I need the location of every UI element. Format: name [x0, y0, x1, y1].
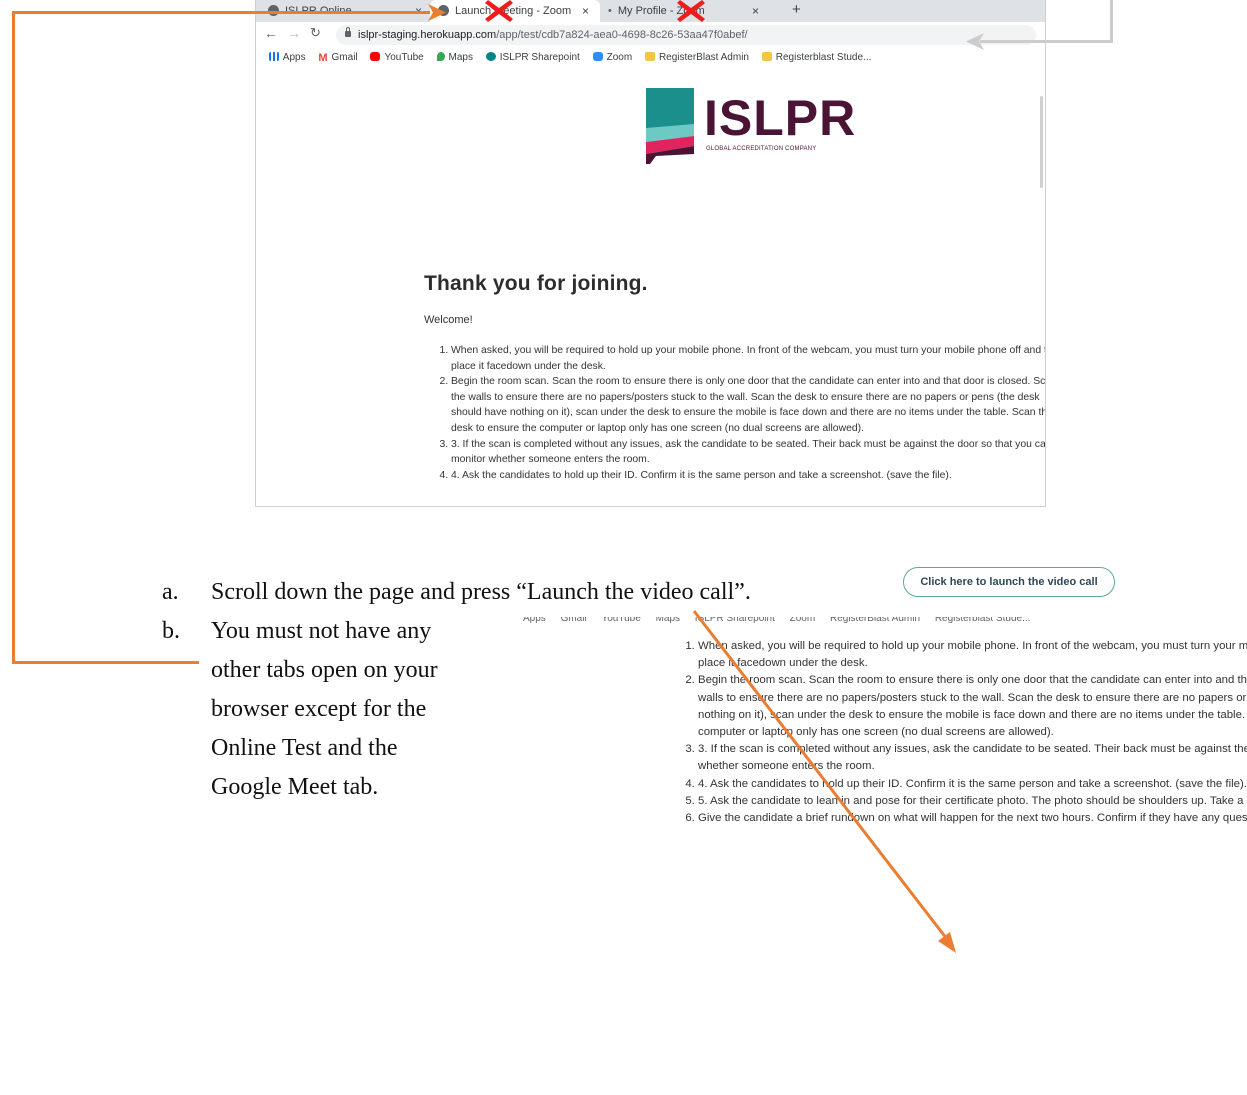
gmail-icon: M [318, 52, 328, 64]
orange-connector-bottom [12, 661, 199, 664]
browser-screenshot-top: ISLPR Online × Launch Meeting - Zoom × •… [255, 0, 1046, 507]
close-icon[interactable]: × [582, 0, 589, 22]
step-b-line: browser except for the [211, 696, 427, 722]
close-icon[interactable]: × [752, 0, 759, 22]
back-arrow-icon[interactable]: ← [264, 25, 278, 41]
url-path: /app/test/cdb7a824-aea0-4698-8c26-53aa47… [496, 29, 748, 41]
grey-connector-horizontal [980, 40, 1113, 43]
bookmarks-bar: Apps M Gmail YouTube Maps ISLPR Sharepoin… [256, 48, 1045, 69]
browser-toolbar: ← → ↻ islpr-staging.herokuapp.com/app/te… [256, 22, 1045, 48]
logo-wordmark: ISLPR [704, 90, 857, 146]
step-a-letter: a. [162, 579, 179, 605]
sharepoint-icon [485, 52, 496, 61]
grey-connector-vertical [1110, 0, 1113, 42]
maps-pin-icon [436, 52, 445, 61]
islpr-logo-mark [646, 88, 694, 164]
tab-dot-icon: • [608, 5, 612, 17]
red-x-mark-icon [677, 0, 705, 22]
welcome-text: Welcome! [424, 314, 473, 326]
bookmark-zoom[interactable]: Zoom [592, 48, 632, 68]
reload-icon[interactable]: ↻ [310, 25, 321, 41]
list-item: 4. Ask the candidates to hold up their I… [451, 468, 1045, 484]
step-b-letter: b. [162, 618, 180, 644]
instruction-list: When asked, you will be required to hold… [426, 343, 1045, 484]
step-b-line: Online Test and the [211, 735, 398, 761]
bookmark-registerblast-admin[interactable]: RegisterBlast Admin [644, 48, 749, 68]
registerblast-icon [761, 52, 772, 61]
forward-arrow-icon[interactable]: → [287, 25, 301, 41]
bookmark-youtube[interactable]: YouTube [370, 48, 424, 68]
scrollbar[interactable] [1040, 96, 1043, 188]
url-host: islpr-staging.herokuapp.com [358, 29, 497, 41]
bookmark-maps: Maps [655, 617, 681, 624]
web-page-content: ISLPR GLOBAL ACCREDITATION COMPANY Thank… [256, 68, 1045, 506]
step-a-text: Scroll down the page and press “Launch t… [211, 579, 751, 605]
bookmark-islpr-sharepoint[interactable]: ISLPR Sharepoint [485, 48, 580, 68]
orange-connector-vertical [12, 11, 15, 663]
red-x-mark-icon [485, 0, 513, 22]
launch-video-call-button[interactable]: Click here to launch the video call [903, 567, 1115, 597]
new-tab-button[interactable]: + [792, 0, 801, 20]
list-item: 3. If the scan is completed without any … [451, 437, 1045, 468]
step-b-line: You must not have any [211, 618, 432, 644]
logo-tagline: GLOBAL ACCREDITATION COMPANY [706, 146, 817, 152]
list-item: When asked, you will be required to hold… [451, 343, 1045, 374]
apps-grid-icon [268, 52, 279, 61]
bookmark-gmail: Gmail [560, 617, 587, 624]
youtube-icon [370, 52, 381, 61]
list-item: Begin the room scan. Scan the room to en… [451, 374, 1045, 436]
bookmark-apps[interactable]: Apps [268, 48, 306, 68]
zoom-icon [592, 52, 603, 61]
bookmark-maps[interactable]: Maps [436, 48, 473, 68]
bookmark-registerblast-student[interactable]: Registerblast Stude... [761, 48, 871, 68]
lock-icon [345, 27, 351, 37]
step-b-line: other tabs open on your [211, 657, 438, 683]
bookmark-gmail[interactable]: M Gmail [318, 48, 357, 68]
orange-arrowhead-icon [428, 4, 446, 21]
orange-pointer-arrow-icon [692, 610, 956, 953]
step-b-line: Google Meet tab. [211, 774, 379, 800]
page-title: Thank you for joining. [424, 272, 648, 295]
grey-arrowhead-icon [966, 33, 984, 50]
orange-connector-top [12, 11, 430, 14]
bookmark-apps: Apps [523, 617, 546, 624]
registerblast-icon [644, 52, 655, 61]
address-bar[interactable]: islpr-staging.herokuapp.com/app/test/cdb… [336, 25, 1036, 45]
tab-launch-meeting[interactable]: Launch Meeting - Zoom × [430, 0, 600, 22]
bookmark-youtube: YouTube [601, 617, 641, 624]
